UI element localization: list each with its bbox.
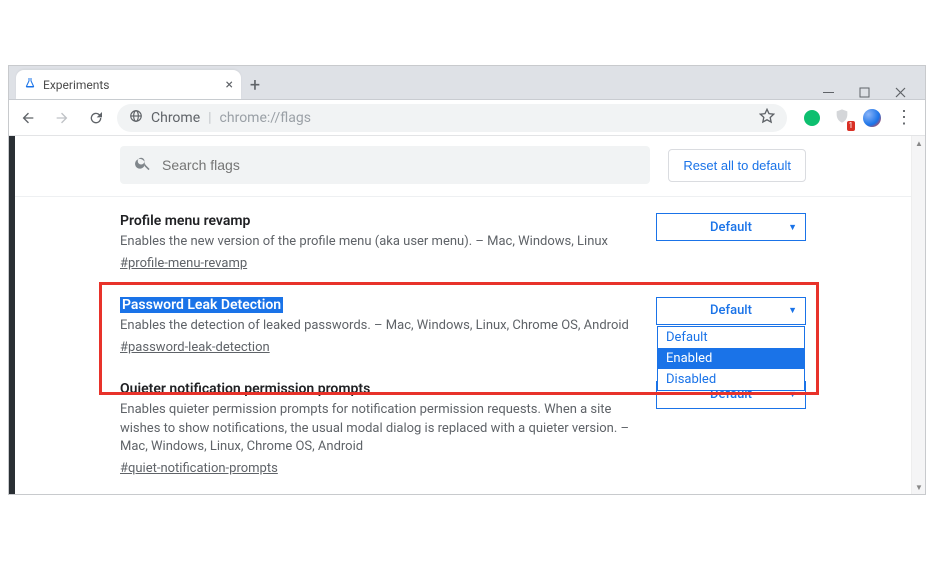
tab-strip: Experiments × + (9, 66, 925, 100)
search-row: Reset all to default (15, 136, 911, 197)
reset-all-button[interactable]: Reset all to default (668, 149, 806, 182)
extension-icons: 1 ⋮ (795, 107, 919, 128)
minimize-icon[interactable] (821, 85, 835, 99)
page-viewport: Reset all to default Profile menu revamp… (15, 136, 911, 494)
flag-anchor-link[interactable]: #profile-menu-revamp (120, 256, 247, 271)
flag-title: Quieter notification permission prompts (120, 381, 636, 397)
extension-shield-icon[interactable]: 1 (833, 109, 851, 127)
chrome-menu-button[interactable]: ⋮ (893, 107, 915, 128)
avatar[interactable] (863, 109, 881, 127)
flag-select[interactable]: DefaultDefaultEnabledDisabled (656, 297, 806, 325)
new-tab-button[interactable]: + (241, 71, 269, 99)
browser-toolbar: Chrome | chrome://flags 1 ⋮ (9, 100, 925, 136)
flag-select-value: Default (710, 220, 752, 235)
flag-text: Quieter notification permission prompts E… (120, 381, 636, 477)
scroll-up-arrow[interactable]: ▲ (912, 136, 926, 150)
dropdown-option[interactable]: Enabled (658, 348, 804, 369)
close-tab-icon[interactable]: × (226, 77, 233, 93)
flag-select[interactable]: Default (656, 213, 806, 241)
flag-title: Profile menu revamp (120, 213, 636, 229)
flag-description: Enables quieter permission prompts for n… (120, 401, 636, 458)
search-box[interactable] (120, 146, 650, 184)
tab-title: Experiments (43, 78, 110, 92)
search-input[interactable] (162, 157, 636, 173)
flag-anchor-link[interactable]: #password-leak-detection (120, 340, 270, 355)
flag-row: Profile menu revamp Enables the new versi… (15, 197, 911, 281)
site-info-icon[interactable] (129, 109, 143, 127)
dropdown-option[interactable]: Default (658, 327, 804, 348)
flag-anchor-link[interactable]: #quiet-notification-prompts (120, 461, 278, 476)
omnibox-separator: | (208, 110, 211, 126)
flag-title: Password Leak Detection (120, 297, 283, 313)
flag-description: Enables the new version of the profile m… (120, 233, 636, 252)
flask-icon (24, 77, 36, 92)
omnibox-path: chrome://flags (220, 110, 311, 126)
extension-green-icon[interactable] (803, 109, 821, 127)
flag-text: Password Leak Detection Enables the detec… (120, 297, 636, 355)
omnibox-origin: Chrome (151, 110, 200, 126)
window-controls (821, 85, 925, 99)
flag-description: Enables the detection of leaked password… (120, 317, 636, 336)
scrollbar-track[interactable]: ▲ ▼ (911, 136, 925, 494)
bookmark-star-icon[interactable] (759, 108, 775, 128)
browser-tab-experiments[interactable]: Experiments × (16, 70, 241, 99)
close-window-icon[interactable] (893, 85, 907, 99)
flag-row: Password Leak Detection Enables the detec… (15, 281, 911, 365)
forward-button[interactable] (49, 105, 75, 131)
extension-badge: 1 (847, 121, 856, 131)
back-button[interactable] (15, 105, 41, 131)
reload-button[interactable] (83, 105, 109, 131)
search-icon (134, 154, 152, 176)
dropdown-option[interactable]: Disabled (658, 369, 804, 390)
flag-text: Profile menu revamp Enables the new versi… (120, 213, 636, 271)
scroll-down-arrow[interactable]: ▼ (912, 480, 926, 494)
browser-window: Experiments × + (8, 65, 926, 495)
flag-select-value: Default (710, 303, 752, 318)
flag-dropdown-list: DefaultEnabledDisabled (657, 326, 805, 391)
address-bar[interactable]: Chrome | chrome://flags (117, 104, 787, 132)
maximize-icon[interactable] (857, 85, 871, 99)
